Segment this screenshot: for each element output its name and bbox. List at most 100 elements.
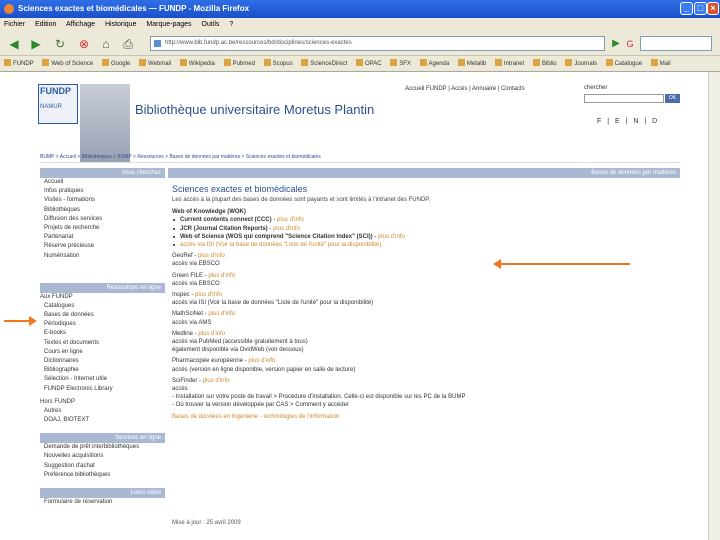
menu-file[interactable]: Fichier xyxy=(4,21,25,28)
more-info-link[interactable]: plus d'info xyxy=(208,311,235,317)
url-input[interactable]: http://www.bib.fundp.ac.be/ressources/bd… xyxy=(150,36,605,51)
db-entry: MathSciNet - plus d'info xyxy=(172,311,236,318)
forward-icon[interactable]: ▶ xyxy=(28,36,44,52)
sidebar-item[interactable]: Projets de recherche xyxy=(40,224,165,233)
sidebar-item[interactable]: Suggestion d'achat xyxy=(40,462,165,471)
bookmark-item[interactable]: ScienceDirect xyxy=(301,56,347,71)
db-access[interactable]: accès via AMS xyxy=(172,319,677,327)
sidebar-item[interactable]: Sélection - Internet utile xyxy=(40,375,165,384)
close-button[interactable]: × xyxy=(707,2,719,15)
sidebar-item[interactable]: Préférence bibliothèques xyxy=(40,471,165,480)
bookmark-item[interactable]: Biblio xyxy=(533,56,557,71)
sidebar-item[interactable]: E-books xyxy=(40,329,165,338)
intro-text: Les accès à la plupart des bases de donn… xyxy=(172,197,431,203)
search-input[interactable] xyxy=(640,36,712,51)
search-go-button[interactable]: OK xyxy=(665,94,680,103)
more-info-link[interactable]: plus d'info xyxy=(208,273,235,279)
db-access[interactable]: accès - Installation sur votre poste de … xyxy=(172,385,677,410)
sidebar-item[interactable]: Textes et documents xyxy=(40,339,165,348)
sidebar-item-databases[interactable]: Bases de données xyxy=(40,311,165,320)
stop-icon[interactable]: ⊗ xyxy=(76,36,92,52)
bookmark-item[interactable]: Journals xyxy=(565,56,597,71)
sidebar-item[interactable]: Formulaire de réservation xyxy=(40,498,165,507)
more-info-link[interactable]: plus d'info xyxy=(203,378,230,384)
menu-view[interactable]: Affichage xyxy=(66,21,95,28)
bookmark-item[interactable]: Wikipedia xyxy=(180,56,215,71)
window-titlebar: Sciences exactes et biomédicales — FUNDP… xyxy=(0,0,720,18)
menu-tools[interactable]: Outils xyxy=(202,21,220,28)
more-info-link[interactable]: plus d'info xyxy=(273,226,300,232)
home-icon[interactable]: ⌂ xyxy=(98,36,114,52)
sidebar-item[interactable]: Bibliothèques xyxy=(40,206,165,215)
back-icon[interactable]: ◀ xyxy=(6,36,22,52)
bookmark-item[interactable]: Mail xyxy=(651,56,671,71)
sidebar-item[interactable]: Accueil xyxy=(40,178,165,187)
minimize-button[interactable]: _ xyxy=(680,2,693,15)
sidebar-item[interactable]: Catalogues xyxy=(40,302,165,311)
window-title: Sciences exactes et biomédicales — FUNDP… xyxy=(18,4,250,13)
sidebar-item[interactable]: Infos pratiques xyxy=(40,187,165,196)
sidebar-item[interactable]: DOAJ, BIOTEXT xyxy=(40,416,165,425)
bookmark-item[interactable]: SFX xyxy=(390,56,411,71)
bookmark-item[interactable]: Scopus xyxy=(264,56,293,71)
more-info-link[interactable]: plus d'info xyxy=(378,234,405,240)
wok-item-name[interactable]: Current contents connect (CCC) xyxy=(180,217,272,223)
more-info-link[interactable]: plus d'info xyxy=(195,292,222,298)
db-name: SciFinder xyxy=(172,377,198,384)
sidebar-item[interactable]: Numérisation xyxy=(40,252,165,261)
bookmark-item[interactable]: Metalib xyxy=(458,56,486,71)
more-info-link[interactable]: plus d'info xyxy=(277,217,304,223)
wok-item-name[interactable]: Web of Science (WOS qui comprend "Scienc… xyxy=(180,234,373,240)
sidebar-item[interactable]: Nouvelles acquisitions xyxy=(40,452,165,461)
print-icon[interactable]: ⎙ xyxy=(120,36,136,52)
bookmark-item[interactable]: Webmail xyxy=(139,56,171,71)
bookmark-item[interactable]: Pubmed xyxy=(224,56,255,71)
menu-help[interactable]: ? xyxy=(229,21,233,28)
db-access[interactable]: accès via ISI (Voir la base de données "… xyxy=(172,299,677,307)
sidebar-item[interactable]: Visites - formations xyxy=(40,196,165,205)
menu-history[interactable]: Historique xyxy=(105,21,137,28)
bookmarks-toolbar: FUNDP Web of Science Google Webmail Wiki… xyxy=(0,56,720,72)
more-info-link[interactable]: plus d'info xyxy=(198,331,225,337)
more-info-link[interactable]: plus d'info xyxy=(248,358,275,364)
sidebar-item[interactable]: Réserve précieuse xyxy=(40,242,165,251)
sidebar-item[interactable]: FUNDP Electronic Library xyxy=(40,385,165,394)
db-access[interactable]: accès (version en ligne disponible, vers… xyxy=(172,366,677,374)
wok-item-name[interactable]: JCR (Journal Citation Reports) xyxy=(180,226,268,232)
site-search-input[interactable] xyxy=(584,94,664,103)
sidebar-item[interactable]: Périodiques xyxy=(40,320,165,329)
engineering-db-link[interactable]: Bases de données en Ingénierie - technol… xyxy=(172,413,677,421)
vertical-scrollbar[interactable] xyxy=(708,72,720,540)
db-access[interactable]: accès via PubMed (accessible gratuitemen… xyxy=(172,338,677,354)
bookmark-item[interactable]: Google xyxy=(102,56,130,71)
bookmark-item[interactable]: Catalogue xyxy=(606,56,642,71)
bookmark-item[interactable]: Agenda xyxy=(420,56,450,71)
db-access[interactable]: accès via EBSCO xyxy=(172,280,677,288)
wok-access-link[interactable]: accès via ISI (Voir la base de données "… xyxy=(180,242,381,248)
main-content: Sciences exactes et biomédicales Les acc… xyxy=(172,182,677,421)
sidebar-item[interactable]: Bibliographie xyxy=(40,366,165,375)
sidebar-item[interactable]: Demande de prêt interbibliothèques xyxy=(40,443,165,452)
menu-bookmarks[interactable]: Marque-pages xyxy=(146,21,191,28)
maximize-button[interactable]: □ xyxy=(694,2,707,15)
bookmark-item[interactable]: Web of Science xyxy=(42,56,93,71)
sidebar-head-links: Liens utiles xyxy=(40,488,165,499)
sidebar-item[interactable]: Partenariat xyxy=(40,233,165,242)
language-links[interactable]: F | E | N | D xyxy=(597,118,659,125)
sidebar-item[interactable]: Cours en ligne xyxy=(40,348,165,357)
search-engine-icon[interactable]: G xyxy=(622,36,638,52)
sidebar-item[interactable]: Diffusion des services xyxy=(40,215,165,224)
sidebar-item[interactable]: Dictionnaires xyxy=(40,357,165,366)
bookmark-item[interactable]: Intranet xyxy=(495,56,524,71)
breadcrumb[interactable]: BUMP > Accueil > Bibliothèques > BUMP > … xyxy=(40,154,680,163)
reload-icon[interactable]: ↻ xyxy=(52,36,68,52)
wok-heading: Web of Knowledge (WOK) xyxy=(172,209,246,216)
sidebar-head-resources: Ressources en ligne xyxy=(40,282,165,293)
top-links[interactable]: Accueil FUNDP | Accès | Annuaire | Conta… xyxy=(405,86,525,92)
bookmark-item[interactable]: FUNDP xyxy=(4,56,34,71)
wok-item: JCR (Journal Citation Reports) - plus d'… xyxy=(172,225,677,233)
sidebar-item[interactable]: Autres xyxy=(40,407,165,416)
menu-edit[interactable]: Edition xyxy=(35,21,56,28)
more-info-link[interactable]: plus d'info xyxy=(198,253,225,259)
bookmark-item[interactable]: OPAC xyxy=(356,56,382,71)
